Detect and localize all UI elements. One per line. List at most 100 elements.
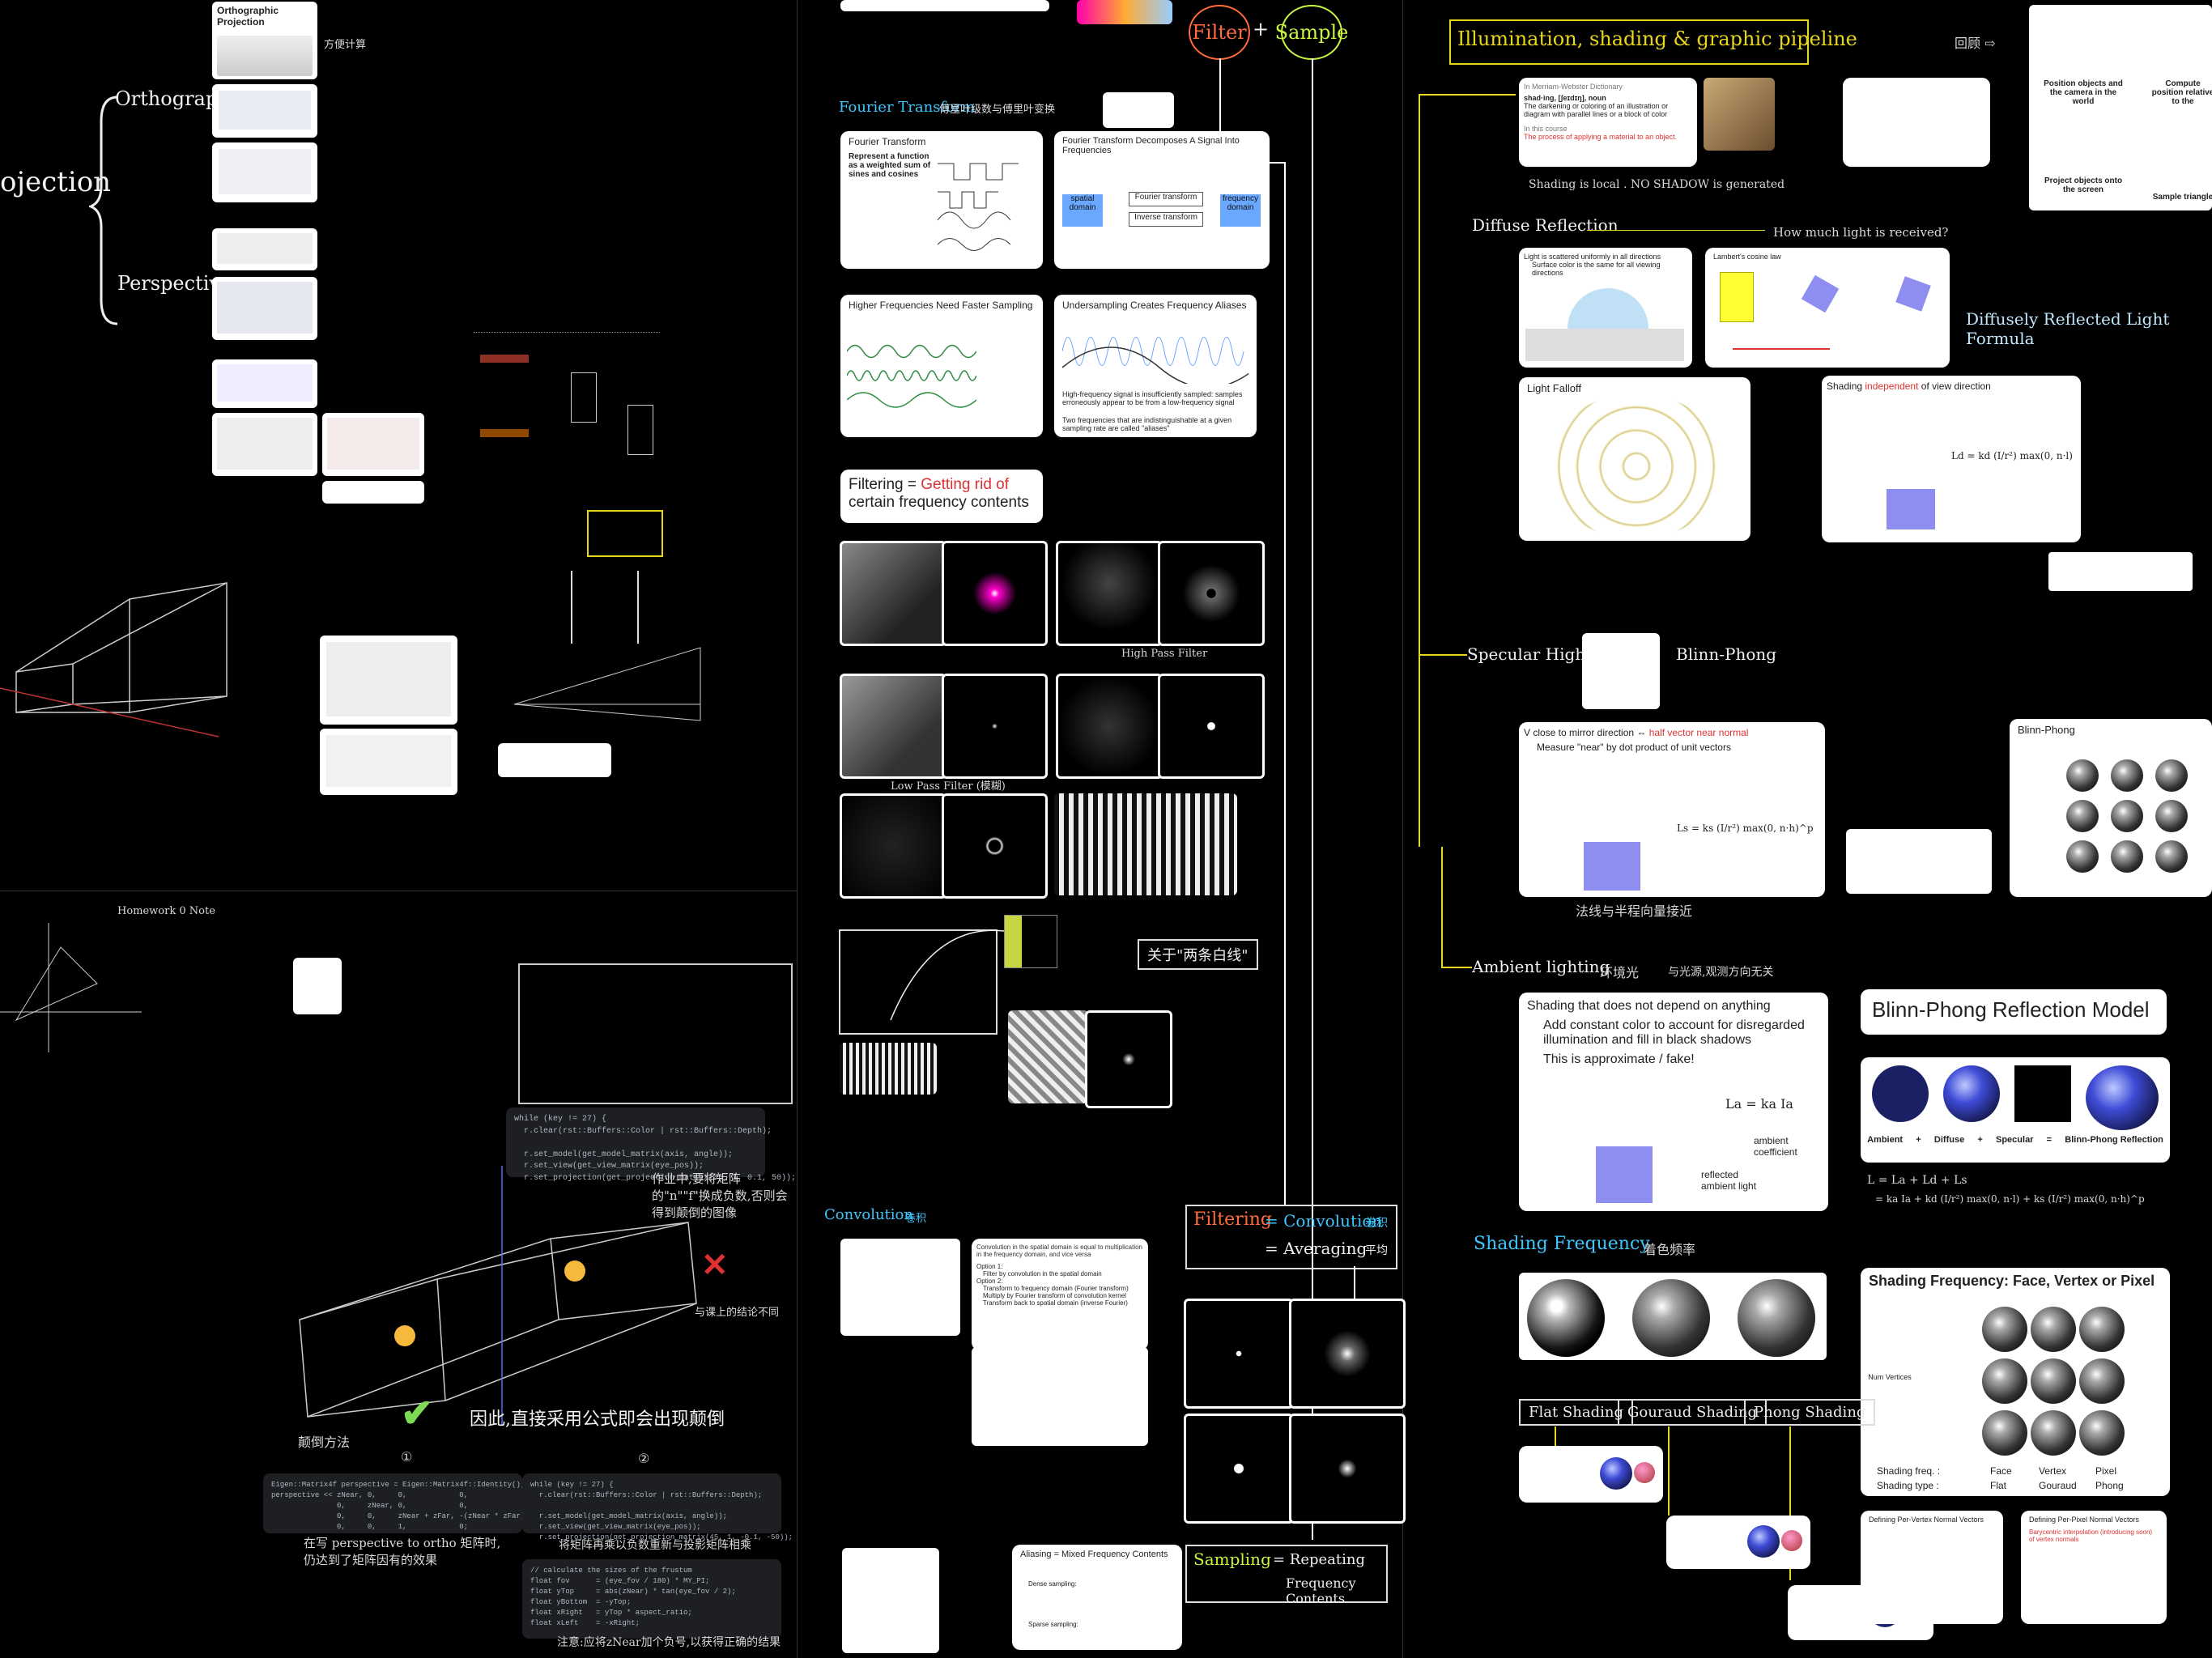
lowpass-label: Low Pass Filter (模糊)	[891, 780, 1006, 793]
recap-label: 回顾 ⇨	[1955, 36, 1996, 51]
per-pixel-card: Defining Per-Pixel Normal Vectors Baryce…	[2021, 1511, 2167, 1624]
lowpass-image	[840, 674, 946, 779]
divider-vertical-left	[797, 0, 798, 1658]
ring-spectrum	[942, 793, 1048, 899]
ortho-slide-1: Orthographic Projection	[212, 2, 317, 79]
note-eye: 注意:应将zNear加个负号,以获得正确的结果	[557, 1636, 781, 1649]
ortho-slide-3	[212, 142, 317, 202]
convolution-note: 卷积	[905, 1213, 927, 1225]
forward-transform-box: Fourier transform	[1129, 192, 1203, 206]
yellow-trunk	[1419, 94, 1420, 847]
transform-slide	[498, 743, 611, 777]
portrait-image	[840, 541, 946, 646]
filter-eq-box: Filtering = Convolution 卷积 = Averaging 平…	[1185, 1205, 1397, 1269]
fourier-card: Fourier Transform Represent a function a…	[840, 131, 1043, 269]
code-block-3: while (key != 27) { r.clear(rst::Buffers…	[522, 1473, 793, 1541]
highpass-spectrum	[1158, 541, 1265, 646]
note-change: 作业中,要将矩阵的"n""f"换成负数,否则会得到颠倒的图像	[652, 1171, 788, 1220]
check-note: 因此,直接采用公式即会出现颠倒	[470, 1409, 725, 1430]
pipeline-card	[1843, 78, 1990, 167]
specular-branch	[1419, 654, 1467, 656]
persp-slide-1	[212, 228, 317, 270]
how-much-label: How much light is received?	[1773, 225, 1949, 240]
big-box	[1184, 1414, 1294, 1524]
small-bars-grid	[840, 1043, 937, 1095]
ambient-card: Shading that does not depend on anything…	[1519, 993, 1828, 1211]
filter-bubble: Filter	[1189, 5, 1250, 60]
sample-bubble: Sample	[1275, 5, 1348, 60]
box-impulse	[1184, 1299, 1294, 1409]
code-block-2: Eigen::Matrix4f perspective = Eigen::Mat…	[263, 1473, 530, 1533]
bpr-title-card: Blinn-Phong Reflection Model	[1861, 989, 2167, 1035]
inverse-transform-box: Inverse transform	[1129, 212, 1203, 227]
filter-down	[1284, 162, 1286, 1206]
independent-card: Shading independent of view direction Ld…	[1822, 376, 2081, 542]
flat-stem	[1555, 1426, 1556, 1446]
sampling-plots	[842, 1548, 939, 1653]
fourier-decompose-card: Fourier Transform Decomposes A Signal In…	[1054, 131, 1270, 269]
handwritten-matrix-notes	[474, 324, 798, 575]
matrix-grid	[571, 571, 639, 644]
sphere-strip	[2048, 552, 2193, 591]
diffuse-red-connector	[1733, 348, 1830, 350]
ambient-label: Ambient lighting	[1472, 957, 1610, 976]
bpr-formula-2: = ka Ia + kd (I/r²) max(0, n·l) + ks (I/…	[1875, 1193, 2145, 1205]
bpr-formula-1: L = La + Ld + Ls	[1867, 1174, 1967, 1187]
right-title: Illumination, shading & graphic pipeline	[1457, 28, 1857, 50]
diffuse-card: Light is scattered uniformly in all dire…	[1519, 248, 1692, 368]
homework-axes	[0, 923, 142, 1052]
teacup-image	[1704, 78, 1775, 151]
cross-mark-icon: ✕	[701, 1248, 729, 1283]
two-lines-label: 关于"两条白线"	[1138, 939, 1258, 970]
per-vertex-card: Defining Per-Vertex Normal Vectors	[1861, 1511, 2003, 1624]
fix-note: 颠倒方法	[298, 1435, 351, 1450]
frustum-drawing	[0, 582, 228, 738]
box-impulse-spectrum	[1289, 1299, 1406, 1409]
small-fourier-thumb	[1103, 92, 1174, 128]
cross-note: 与课上的结论不同	[695, 1307, 780, 1319]
bandpass-spectrum	[1158, 674, 1265, 779]
check-mark-icon: ✔	[401, 1392, 434, 1435]
bars-grid	[1054, 793, 1237, 895]
gouraud-stem	[1668, 1426, 1670, 1516]
plus-sign: +	[1253, 18, 1270, 40]
divider-vertical-mid	[1402, 0, 1403, 1658]
conv-card: Convolution in the spatial domain is equ…	[972, 1239, 1148, 1350]
flat-label: Flat Shading	[1519, 1399, 1633, 1426]
portrait-spectrum	[942, 541, 1048, 646]
conv-domains	[972, 1347, 1148, 1446]
top-strip-right	[1077, 0, 1172, 24]
persp-slide-2	[212, 277, 317, 340]
note-merge: 将矩阵再乘以负数重新与投影矩阵相乘	[559, 1539, 751, 1552]
ambient-branch-h	[1441, 967, 1472, 968]
big-box-spectrum	[1289, 1414, 1406, 1524]
bandpass-image	[1056, 674, 1163, 779]
persp-slide-4	[212, 413, 317, 476]
shading-freq-label: Shading Frequency	[1474, 1234, 1650, 1254]
conv-arrays	[840, 1239, 960, 1336]
undersample-card: Undersampling Creates Frequency Aliases …	[1054, 295, 1257, 437]
diffuse-link	[1587, 230, 1765, 231]
half-vector-card: V close to mirror direction ⇔ half vecto…	[1519, 722, 1825, 897]
lowpass-spectrum	[942, 674, 1048, 779]
yellow-top	[1419, 94, 1516, 96]
fov-slide-2	[320, 729, 457, 795]
pattern-spectrum	[1085, 1010, 1172, 1108]
top-strip-left	[840, 0, 1049, 11]
sf-card: Shading Frequency: Face, Vertex or Pixel…	[1861, 1268, 2170, 1496]
flat-card	[1519, 1446, 1663, 1503]
fov-slide-1	[320, 636, 457, 725]
color-grid	[1004, 915, 1057, 968]
conv-link-line	[1354, 1266, 1355, 1299]
persp-slide-5	[322, 413, 424, 476]
ambient-note: 环境光	[1600, 965, 1640, 980]
pattern-image	[1008, 1010, 1089, 1103]
frequency-domain-box: frequency domain	[1220, 194, 1261, 227]
fourier-note: 傅里叶级数与傅里叶变换	[939, 104, 1056, 116]
falloff-card: Light Falloff	[1519, 377, 1750, 541]
convolution-title: Convolution	[824, 1206, 913, 1223]
bpr-labels: Ambient + Diffuse + Specular = Blinn-Pho…	[1867, 1135, 2163, 1145]
highpass-image	[1056, 541, 1163, 646]
circle-1: ①	[401, 1449, 413, 1465]
dictionary-card: In Merriam-Webster Dictionary shad·ing, …	[1519, 78, 1697, 167]
